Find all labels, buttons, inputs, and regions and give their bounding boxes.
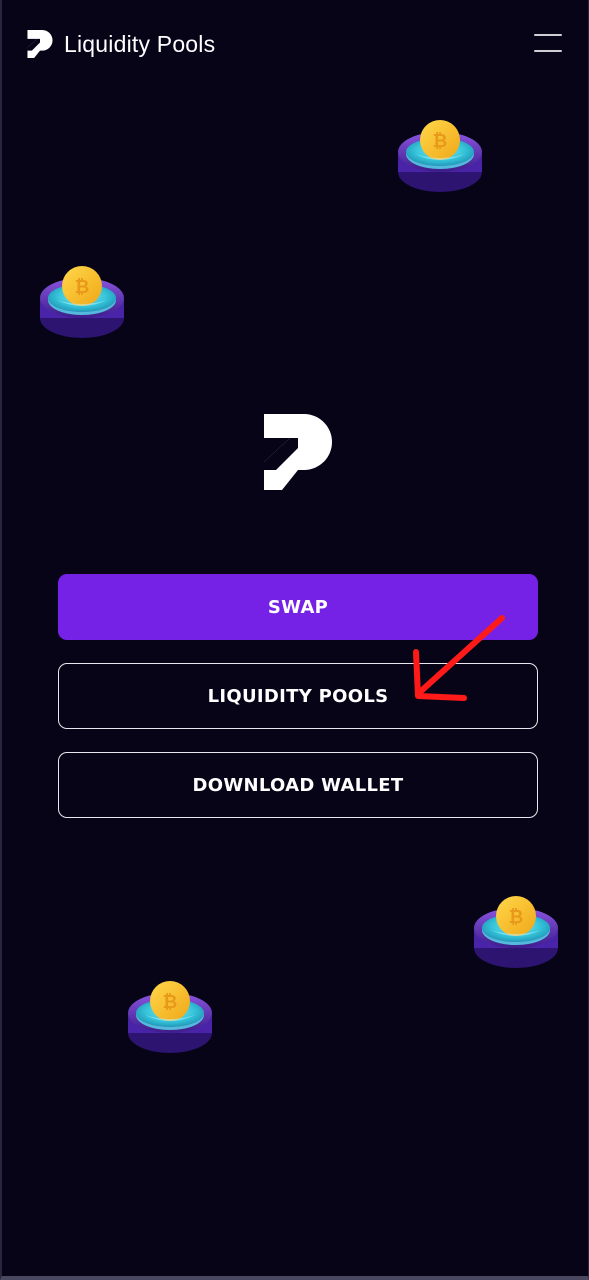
bitcoin-pool-icon	[474, 896, 558, 968]
bitcoin-pool-icon	[128, 981, 212, 1053]
download-wallet-button[interactable]: DOWNLOAD WALLET	[58, 752, 538, 818]
pancake-p-logo-icon[interactable]	[26, 30, 54, 58]
pancake-p-logo-icon	[264, 414, 332, 490]
app-title: Liquidity Pools	[64, 31, 216, 57]
bitcoin-pool-icon	[40, 266, 124, 338]
bitcoin-pool-icon	[398, 120, 482, 192]
swap-button[interactable]: SWAP	[58, 574, 538, 640]
app-header: Liquidity Pools	[2, 0, 589, 88]
hamburger-menu-icon[interactable]	[532, 32, 564, 56]
liquidity-pools-button[interactable]: LIQUIDITY POOLS	[58, 663, 538, 729]
